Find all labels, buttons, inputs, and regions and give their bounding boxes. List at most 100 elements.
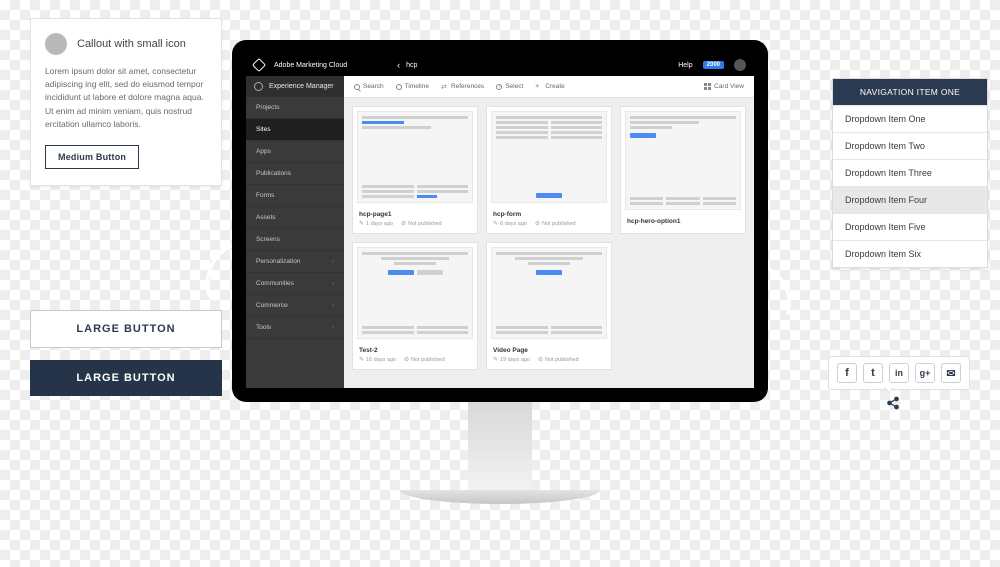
create-action[interactable]: Create [535,83,565,90]
card-substatus: 16 days agoNot published [359,356,471,363]
timeline-label: Timeline [405,83,429,90]
sidebar-item-communities[interactable]: Communities › [246,273,344,295]
sidebar: Experience Manager Projects Sites Apps Publ… [246,76,344,388]
card-grid: hcp-page1 1 days agoNot published hcp-form… [344,98,754,378]
share-icon[interactable] [886,396,900,413]
app-icon [254,82,263,91]
large-button-outline[interactable]: LARGE BUTTON [30,310,222,348]
monitor-base [400,490,600,504]
monitor-stand [468,402,532,490]
chevron-right-icon: › [332,303,334,309]
select-icon [496,84,502,90]
sidebar-item-forms[interactable]: Forms [246,185,344,207]
sidebar-item-label: Apps [256,148,271,155]
search-label: Search [363,83,384,90]
product-title: Adobe Marketing Cloud [274,62,347,69]
nav-dropdown-item-4[interactable]: Dropdown Item Four [833,186,987,213]
screen: Adobe Marketing Cloud ‹ hcp Help 2000 Ex… [246,54,754,388]
share-caret [884,386,894,392]
card-substatus: 8 days agoNot published [493,220,605,227]
sidebar-item-screens[interactable]: Screens [246,229,344,251]
view-label: Card View [714,83,744,90]
callout-card: Callout with small icon Lorem ipsum dolo… [30,18,222,186]
page-card[interactable]: Test-2 16 days agoNot published [352,242,478,370]
select-action[interactable]: Select [496,83,523,90]
card-substatus: 19 days agoNot published [493,356,605,363]
social-bar: f t in g+ ✉ [828,356,970,390]
content-area: Search Timeline References Select Create [344,76,754,388]
callout-icon [45,33,67,55]
large-button-solid[interactable]: LARGE BUTTON [30,360,222,396]
page-card[interactable]: hcp-hero-option1 [620,106,746,234]
grid-icon [704,83,711,90]
callout-title: Callout with small icon [77,38,186,50]
sidebar-item-publications[interactable]: Publications [246,163,344,185]
callout-body: Lorem ipsum dolor sit amet, consectetur … [45,65,207,131]
references-icon [441,83,448,90]
select-label: Select [505,83,523,90]
googleplus-icon[interactable]: g+ [915,363,935,383]
nav-dropdown-item-6[interactable]: Dropdown Item Six [833,240,987,267]
nav-dropdown-item-3[interactable]: Dropdown Item Three [833,159,987,186]
timeline-action[interactable]: Timeline [396,83,429,90]
back-icon[interactable]: ‹ [397,60,400,70]
page-card[interactable]: hcp-page1 1 days agoNot published [352,106,478,234]
twitter-icon[interactable]: t [863,363,883,383]
card-name: hcp-form [493,211,605,218]
sidebar-item-label: Sites [256,126,270,133]
linkedin-icon[interactable]: in [889,363,909,383]
email-icon[interactable]: ✉ [941,363,961,383]
nav-dropdown: NAVIGATION ITEM ONE Dropdown Item OneDro… [832,78,988,268]
nav-dropdown-header[interactable]: NAVIGATION ITEM ONE [833,79,987,105]
sidebar-item-label: Commerce [256,302,288,309]
topbar: Adobe Marketing Cloud ‹ hcp Help 2000 [246,54,754,76]
nav-dropdown-item-2[interactable]: Dropdown Item Two [833,132,987,159]
adobe-logo-icon [252,58,266,72]
sidebar-item-label: Publications [256,170,291,177]
medium-button[interactable]: Medium Button [45,145,139,169]
chevron-right-icon: › [332,259,334,265]
sidebar-item-tools[interactable]: Tools › [246,317,344,339]
sidebar-item-projects[interactable]: Projects [246,97,344,119]
plus-icon [535,83,542,90]
sidebar-item-label: Projects [256,104,279,111]
action-bar: Search Timeline References Select Create [344,76,754,98]
sidebar-item-apps[interactable]: Apps [246,141,344,163]
help-link[interactable]: Help [678,62,692,69]
user-avatar[interactable] [734,59,746,71]
facebook-icon[interactable]: f [837,363,857,383]
card-name: hcp-hero-option1 [627,218,739,225]
create-label: Create [545,83,565,90]
search-action[interactable]: Search [354,83,384,90]
references-label: References [451,83,484,90]
card-substatus: 1 days agoNot published [359,220,471,227]
nav-dropdown-item-5[interactable]: Dropdown Item Five [833,213,987,240]
chevron-right-icon: › [332,325,334,331]
sidebar-item-personalization[interactable]: Personalization › [246,251,344,273]
sidebar-item-label: Tools [256,324,271,331]
card-name: hcp-page1 [359,211,471,218]
breadcrumb[interactable]: hcp [406,62,417,69]
sidebar-item-label: Screens [256,236,280,243]
sidebar-header[interactable]: Experience Manager [246,76,344,97]
sidebar-item-label: Assets [256,214,276,221]
sidebar-header-label: Experience Manager [269,83,334,90]
card-name: Video Page [493,347,605,354]
page-card[interactable]: Video Page 19 days agoNot published [486,242,612,370]
monitor-frame: Adobe Marketing Cloud ‹ hcp Help 2000 Ex… [232,40,768,402]
notifications-badge[interactable]: 2000 [703,61,724,69]
sidebar-item-assets[interactable]: Assets [246,207,344,229]
sidebar-item-label: Communities [256,280,294,287]
card-name: Test-2 [359,347,471,354]
search-icon [354,84,360,90]
view-switch[interactable]: Card View [704,83,744,90]
page-card[interactable]: hcp-form 8 days agoNot published [486,106,612,234]
chevron-right-icon: › [332,281,334,287]
sidebar-item-label: Forms [256,192,274,199]
nav-dropdown-item-1[interactable]: Dropdown Item One [833,105,987,132]
clock-icon [396,84,402,90]
sidebar-item-label: Personalization [256,258,300,265]
sidebar-item-commerce[interactable]: Commerce › [246,295,344,317]
references-action[interactable]: References [441,83,484,90]
sidebar-item-sites[interactable]: Sites [246,119,344,141]
